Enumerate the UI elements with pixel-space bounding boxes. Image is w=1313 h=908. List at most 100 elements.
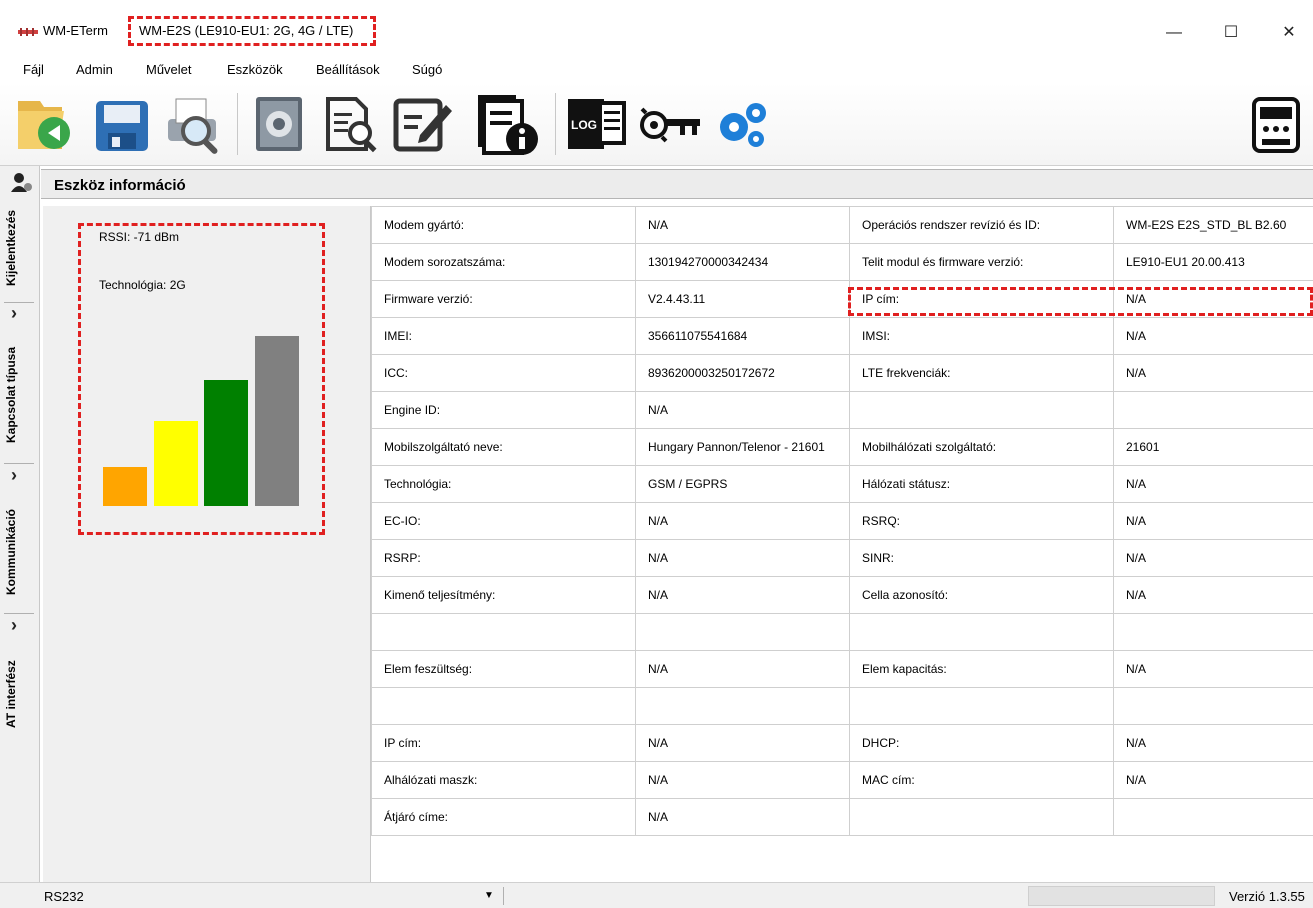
menu-operation[interactable]: Művelet [146,62,192,77]
table-row: Modem gyártó: N/A Operációs rendszer revíz… [371,206,1313,244]
cell-value-left: 356611075541684 [635,317,850,355]
status-bar: RS232 ▼ Verzió 1.3.55 [0,882,1313,908]
menu-file[interactable]: Fájl [23,62,44,77]
tab-logout[interactable]: Kijelentkezés [4,198,34,298]
table-row: Mobilszolgáltató neve: Hungary Pannon/Tel… [371,428,1313,466]
cell-label-left [371,687,636,725]
document-info-icon[interactable] [472,91,544,157]
cell-value-right: N/A [1113,650,1313,688]
cell-value-left: 8936200003250172672 [635,354,850,392]
cell-label-right: MAC cím: [849,761,1114,799]
tab-at-interface[interactable]: AT interfész [4,644,34,744]
chevron-right-icon[interactable]: › [11,465,17,486]
cell-value-right: N/A [1113,724,1313,762]
cell-label-right: Mobilhálózati szolgáltató: [849,428,1114,466]
cell-label-right: RSRQ: [849,502,1114,540]
cell-label-right: SINR: [849,539,1114,577]
cell-label-left: Kimenő teljesítmény: [371,576,636,614]
table-row [371,613,1313,651]
page-title: Eszköz információ [54,177,186,194]
cell-value-left [635,687,850,725]
cell-value-left: V2.4.43.11 [635,280,850,318]
cell-value-right: N/A [1113,502,1313,540]
toolbar-separator [555,93,556,155]
table-row: Átjáró címe: N/A [371,798,1313,836]
minimize-icon[interactable]: — [1151,18,1197,48]
cell-value-left: N/A [635,761,850,799]
table-row [371,687,1313,725]
table-row: Engine ID: N/A [371,391,1313,429]
cell-label-right [849,798,1114,836]
cell-value-left: 130194270000342434 [635,243,850,281]
port-select[interactable]: RS232 [44,889,84,904]
cell-label-left: Firmware verzió: [371,280,636,318]
key-cycle-icon[interactable] [636,91,706,157]
gears-icon[interactable] [712,91,774,157]
scan-search-icon[interactable] [162,91,228,157]
cell-value-right: WM-E2S E2S_STD_BL B2.60 [1113,206,1313,244]
app-icon [18,28,38,36]
close-icon[interactable]: ✕ [1266,18,1312,48]
cell-label-right: Telit modul és firmware verzió: [849,243,1114,281]
maximize-icon[interactable]: ☐ [1208,18,1254,48]
toolbar: LOG [0,83,1313,166]
cell-label-right: IMSI: [849,317,1114,355]
save-icon[interactable] [92,91,152,157]
menu-bar: Fájl Admin Művelet Eszközök Beállítások … [0,57,1313,83]
highlight-box-ip [848,287,1313,316]
chevron-right-icon[interactable]: › [11,303,17,324]
table-row: EC-IO: N/A RSRQ: N/A [371,502,1313,540]
document-settings-icon[interactable] [246,91,312,157]
cell-label-right: LTE frekvenciák: [849,354,1114,392]
cell-value-left: N/A [635,576,850,614]
table-row: Modem sorozatszáma: 130194270000342434 Tel… [371,243,1313,281]
cell-label-right: Hálózati státusz: [849,465,1114,503]
cell-label-left: Engine ID: [371,391,636,429]
meter-icon[interactable] [1248,91,1304,157]
tab-communication[interactable]: Kommunikáció [4,492,34,612]
menu-settings[interactable]: Beállítások [316,62,380,77]
cell-value-right: 21601 [1113,428,1313,466]
cell-label-right: Operációs rendszer revízió és ID: [849,206,1114,244]
table-row: ICC: 8936200003250172672 LTE frekvenciák: N… [371,354,1313,392]
cell-label-left [371,613,636,651]
cell-value-left: N/A [635,724,850,762]
cell-value-right: N/A [1113,354,1313,392]
cell-label-left: IP cím: [371,724,636,762]
table-row: IP cím: N/A DHCP: N/A [371,724,1313,762]
cell-value-left: N/A [635,539,850,577]
title-bar: WM-ETerm WM-E2S (LE910-EU1: 2G, 4G / LTE… [0,0,1313,57]
cell-label-left: EC-IO: [371,502,636,540]
table-row: Kimenő teljesítmény: N/A Cella azonosító: N… [371,576,1313,614]
cell-value-left: GSM / EGPRS [635,465,850,503]
cell-label-left: IMEI: [371,317,636,355]
menu-help[interactable]: Súgó [412,62,442,77]
dropdown-arrow-icon[interactable]: ▼ [484,890,494,901]
open-folder-icon[interactable] [14,91,76,157]
user-icon [11,173,32,192]
panel-header: Eszköz információ [41,169,1313,199]
log-label: LOG [571,118,597,132]
menu-tools[interactable]: Eszközök [227,62,283,77]
table-row: Alhálózati maszk: N/A MAC cím: N/A [371,761,1313,799]
toolbar-separator [237,93,238,155]
cell-label-left: Átjáró címe: [371,798,636,836]
document-search-icon[interactable] [322,91,380,157]
tab-connection-type[interactable]: Kapcsolat típusa [4,330,34,460]
window-title-app: WM-ETerm [43,23,108,38]
tab-separator [4,463,34,464]
cell-label-left: Mobilszolgáltató neve: [371,428,636,466]
cell-value-right: N/A [1113,761,1313,799]
cell-value-right [1113,798,1313,836]
chevron-right-icon[interactable]: › [11,615,17,636]
cell-value-right [1113,687,1313,725]
table-row: Elem feszültség: N/A Elem kapacitás: N/A [371,650,1313,688]
status-separator [503,887,504,905]
menu-admin[interactable]: Admin [76,62,113,77]
log-icon[interactable]: LOG [564,91,630,157]
cell-label-right [849,613,1114,651]
edit-document-icon[interactable] [390,91,456,157]
table-row: RSRP: N/A SINR: N/A [371,539,1313,577]
cell-value-left: N/A [635,391,850,429]
side-tab-bar: Kijelentkezés › Kapcsolat típusa › Kommu… [0,166,40,882]
